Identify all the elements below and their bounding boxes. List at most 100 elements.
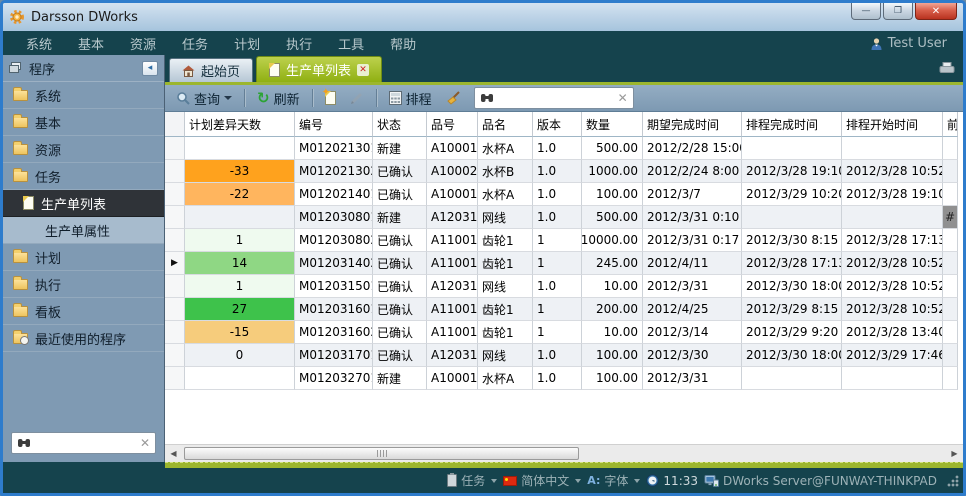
sidebar-item-plan[interactable]: 计划 xyxy=(3,244,164,271)
table-row[interactable]: -33M012021302已确认A10002水杯B1.01000.002012/… xyxy=(165,160,963,183)
table-cell[interactable]: M012021401 xyxy=(295,183,373,206)
table-row[interactable]: M012032701新建A10001水杯A1.0100.002012/3/31 xyxy=(165,367,963,390)
table-cell[interactable]: 1 xyxy=(533,229,582,252)
row-selector-gutter[interactable] xyxy=(165,229,185,252)
status-language-dropdown[interactable]: 简体中文 xyxy=(503,472,581,489)
table-cell[interactable]: A11001 xyxy=(427,252,478,275)
table-row[interactable]: -15M012031602已确认A11001齿轮1110.002012/3/14… xyxy=(165,321,963,344)
table-cell[interactable]: 14 xyxy=(185,252,295,275)
table-cell[interactable]: 2012/4/11 xyxy=(643,252,742,275)
status-font-dropdown[interactable]: A: 字体 xyxy=(587,472,640,489)
table-row[interactable]: 0M012031701已确认A12031网线1.0100.002012/3/30… xyxy=(165,344,963,367)
table-cell[interactable]: 1 xyxy=(533,321,582,344)
table-cell[interactable]: A10001 xyxy=(427,183,478,206)
table-cell[interactable]: 1 xyxy=(533,298,582,321)
menu-plan[interactable]: 计划 xyxy=(221,34,273,53)
table-cell[interactable]: 2012/3/14 xyxy=(643,321,742,344)
table-cell[interactable]: 2012/2/28 15:00 xyxy=(643,137,742,160)
table-cell[interactable]: 2012/3/28 19:10 xyxy=(842,183,943,206)
table-cell[interactable]: M012031602 xyxy=(295,321,373,344)
table-cell[interactable]: 1 xyxy=(533,252,582,275)
table-cell[interactable] xyxy=(842,137,943,160)
tab-close-icon[interactable]: ✕ xyxy=(357,64,369,76)
table-cell[interactable]: 网线 xyxy=(478,275,533,298)
row-selector-gutter[interactable] xyxy=(165,298,185,321)
table-cell[interactable]: 已确认 xyxy=(373,275,427,298)
table-cell[interactable]: M012031501 xyxy=(295,275,373,298)
toolbar-search-clear-icon[interactable]: ✕ xyxy=(618,91,628,105)
table-cell[interactable]: 2012/4/25 xyxy=(643,298,742,321)
table-cell[interactable]: 10000.00 xyxy=(582,229,643,252)
edit-button[interactable] xyxy=(345,89,369,107)
table-cell[interactable]: 2012/3/28 17:13 xyxy=(742,252,842,275)
sidebar-item-production-order-list[interactable]: 生产单列表 xyxy=(3,190,164,217)
table-cell[interactable]: 245.00 xyxy=(582,252,643,275)
table-cell[interactable]: 网线 xyxy=(478,344,533,367)
table-cell[interactable]: 1.0 xyxy=(533,275,582,298)
row-selector-gutter[interactable] xyxy=(165,367,185,390)
table-cell[interactable] xyxy=(185,206,295,229)
table-row[interactable]: M012021301新建A10001水杯A1.0500.002012/2/28 … xyxy=(165,137,963,160)
table-cell[interactable]: 齿轮1 xyxy=(478,229,533,252)
table-cell[interactable]: 水杯A xyxy=(478,183,533,206)
row-selector-gutter[interactable] xyxy=(165,160,185,183)
close-button[interactable]: ✕ xyxy=(915,3,957,20)
minimize-button[interactable]: — xyxy=(851,3,881,20)
menu-help[interactable]: 帮助 xyxy=(377,34,429,53)
table-cell[interactable]: 新建 xyxy=(373,206,427,229)
column-header[interactable]: 排程完成时间 xyxy=(742,112,842,137)
table-cell[interactable] xyxy=(943,160,958,183)
column-header[interactable]: 数量 xyxy=(582,112,643,137)
resize-grip[interactable] xyxy=(947,475,959,487)
table-cell[interactable]: 已确认 xyxy=(373,298,427,321)
table-cell[interactable]: 2012/3/28 10:52 xyxy=(842,298,943,321)
table-cell[interactable]: 1.0 xyxy=(533,367,582,390)
table-cell[interactable]: 100.00 xyxy=(582,183,643,206)
table-cell[interactable]: 2012/3/29 8:15 xyxy=(742,298,842,321)
sidebar-item-resource[interactable]: 资源 xyxy=(3,136,164,163)
table-cell[interactable]: M012032701 xyxy=(295,367,373,390)
table-cell[interactable]: 10.00 xyxy=(582,275,643,298)
row-selector-gutter[interactable] xyxy=(165,206,185,229)
table-cell[interactable] xyxy=(943,229,958,252)
column-header[interactable]: 排程开始时间 xyxy=(842,112,943,137)
table-cell[interactable]: 1000.00 xyxy=(582,160,643,183)
table-cell[interactable]: 新建 xyxy=(373,367,427,390)
current-user[interactable]: Test User xyxy=(870,36,953,51)
table-cell[interactable]: 500.00 xyxy=(582,206,643,229)
table-cell[interactable] xyxy=(943,183,958,206)
toolbar-search-input[interactable] xyxy=(494,91,618,105)
table-cell[interactable]: 2012/3/31 0:10 xyxy=(643,206,742,229)
table-cell[interactable]: 水杯A xyxy=(478,367,533,390)
table-row[interactable]: M012030801新建A12031网线1.0500.002012/3/31 0… xyxy=(165,206,963,229)
table-cell[interactable]: 2012/3/28 10:52 xyxy=(842,275,943,298)
table-cell[interactable]: 新建 xyxy=(373,137,427,160)
table-cell[interactable]: 已确认 xyxy=(373,344,427,367)
menu-execute[interactable]: 执行 xyxy=(273,34,325,53)
sidebar-item-basic[interactable]: 基本 xyxy=(3,109,164,136)
table-cell[interactable]: A11001 xyxy=(427,229,478,252)
table-cell[interactable]: 2012/3/30 18:00 xyxy=(742,275,842,298)
column-header[interactable]: 状态 xyxy=(373,112,427,137)
sidebar-item-production-order-props[interactable]: 生产单属性 xyxy=(3,217,164,244)
table-cell[interactable]: # xyxy=(943,206,958,229)
table-cell[interactable] xyxy=(742,367,842,390)
tab-production-order-list[interactable]: 生产单列表 ✕ xyxy=(256,56,382,82)
row-selector-gutter[interactable] xyxy=(165,137,185,160)
table-cell[interactable] xyxy=(943,344,958,367)
table-cell[interactable]: 27 xyxy=(185,298,295,321)
table-cell[interactable] xyxy=(742,206,842,229)
table-cell[interactable] xyxy=(185,137,295,160)
row-selector-gutter[interactable] xyxy=(165,275,185,298)
new-button[interactable]: ✦ xyxy=(320,89,341,107)
table-row[interactable]: 1M012030802已确认A11001齿轮1110000.002012/3/3… xyxy=(165,229,963,252)
table-cell[interactable]: 500.00 xyxy=(582,137,643,160)
table-cell[interactable]: M012021302 xyxy=(295,160,373,183)
table-cell[interactable] xyxy=(943,321,958,344)
status-task-dropdown[interactable]: 任务 xyxy=(447,472,497,489)
menu-system[interactable]: 系统 xyxy=(13,34,65,53)
column-header[interactable]: 版本 xyxy=(533,112,582,137)
table-cell[interactable]: A11001 xyxy=(427,321,478,344)
scroll-left-arrow[interactable]: ◀ xyxy=(165,445,182,462)
table-cell[interactable] xyxy=(842,367,943,390)
